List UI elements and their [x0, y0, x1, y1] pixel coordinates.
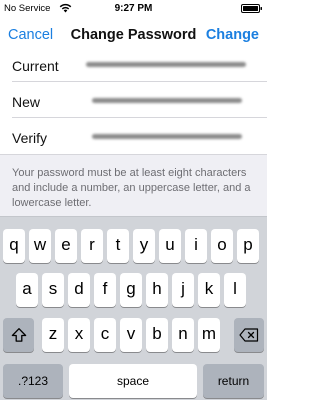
password-form: Current New Verify: [0, 52, 267, 154]
password-requirements-text: Your password must be at least eight cha…: [12, 167, 251, 209]
verify-password-value: [92, 134, 242, 139]
current-password-value: [86, 62, 246, 67]
delete-key[interactable]: [234, 318, 264, 352]
key-d[interactable]: d: [68, 273, 90, 307]
current-password-field[interactable]: Current: [0, 46, 267, 82]
backspace-icon: [239, 328, 259, 342]
key-v[interactable]: v: [120, 318, 142, 352]
key-g[interactable]: g: [120, 273, 142, 307]
key-e[interactable]: e: [55, 229, 77, 263]
key-b[interactable]: b: [146, 318, 168, 352]
key-i[interactable]: i: [185, 229, 207, 263]
verify-password-field[interactable]: Verify: [0, 118, 267, 154]
key-l[interactable]: l: [224, 273, 246, 307]
numbers-key[interactable]: .?123: [3, 364, 63, 398]
key-c[interactable]: c: [94, 318, 116, 352]
key-t[interactable]: t: [107, 229, 129, 263]
status-bar: No Service 9:27 PM: [0, 0, 267, 16]
key-p[interactable]: p: [237, 229, 259, 263]
battery-icon: [241, 4, 262, 13]
space-key[interactable]: space: [69, 364, 197, 398]
key-r[interactable]: r: [81, 229, 103, 263]
new-password-field[interactable]: New: [0, 82, 267, 118]
key-a[interactable]: a: [16, 273, 38, 307]
new-password-label: New: [12, 94, 41, 110]
shift-key[interactable]: [3, 318, 34, 352]
change-button[interactable]: Change: [206, 27, 259, 43]
key-q[interactable]: q: [3, 229, 25, 263]
verify-password-label: Verify: [12, 130, 48, 146]
change-password-screen: No Service 9:27 PM Cancel Change Passwor…: [0, 0, 267, 400]
key-z[interactable]: z: [42, 318, 64, 352]
key-j[interactable]: j: [172, 273, 194, 307]
password-requirements-section: Your password must be at least eight cha…: [0, 154, 267, 216]
current-password-label: Current: [12, 58, 59, 74]
return-key[interactable]: return: [203, 364, 264, 398]
key-o[interactable]: o: [211, 229, 233, 263]
key-m[interactable]: m: [198, 318, 220, 352]
keyboard: q w e r t y u i o p a s d f g h j k l z …: [0, 216, 267, 400]
status-time: 9:27 PM: [114, 3, 153, 14]
key-y[interactable]: y: [133, 229, 155, 263]
key-w[interactable]: w: [29, 229, 51, 263]
shift-icon: [11, 328, 26, 342]
key-f[interactable]: f: [94, 273, 116, 307]
key-s[interactable]: s: [42, 273, 64, 307]
key-n[interactable]: n: [172, 318, 194, 352]
key-x[interactable]: x: [68, 318, 90, 352]
new-password-value: [92, 98, 242, 103]
key-k[interactable]: k: [198, 273, 220, 307]
key-u[interactable]: u: [159, 229, 181, 263]
key-h[interactable]: h: [146, 273, 168, 307]
